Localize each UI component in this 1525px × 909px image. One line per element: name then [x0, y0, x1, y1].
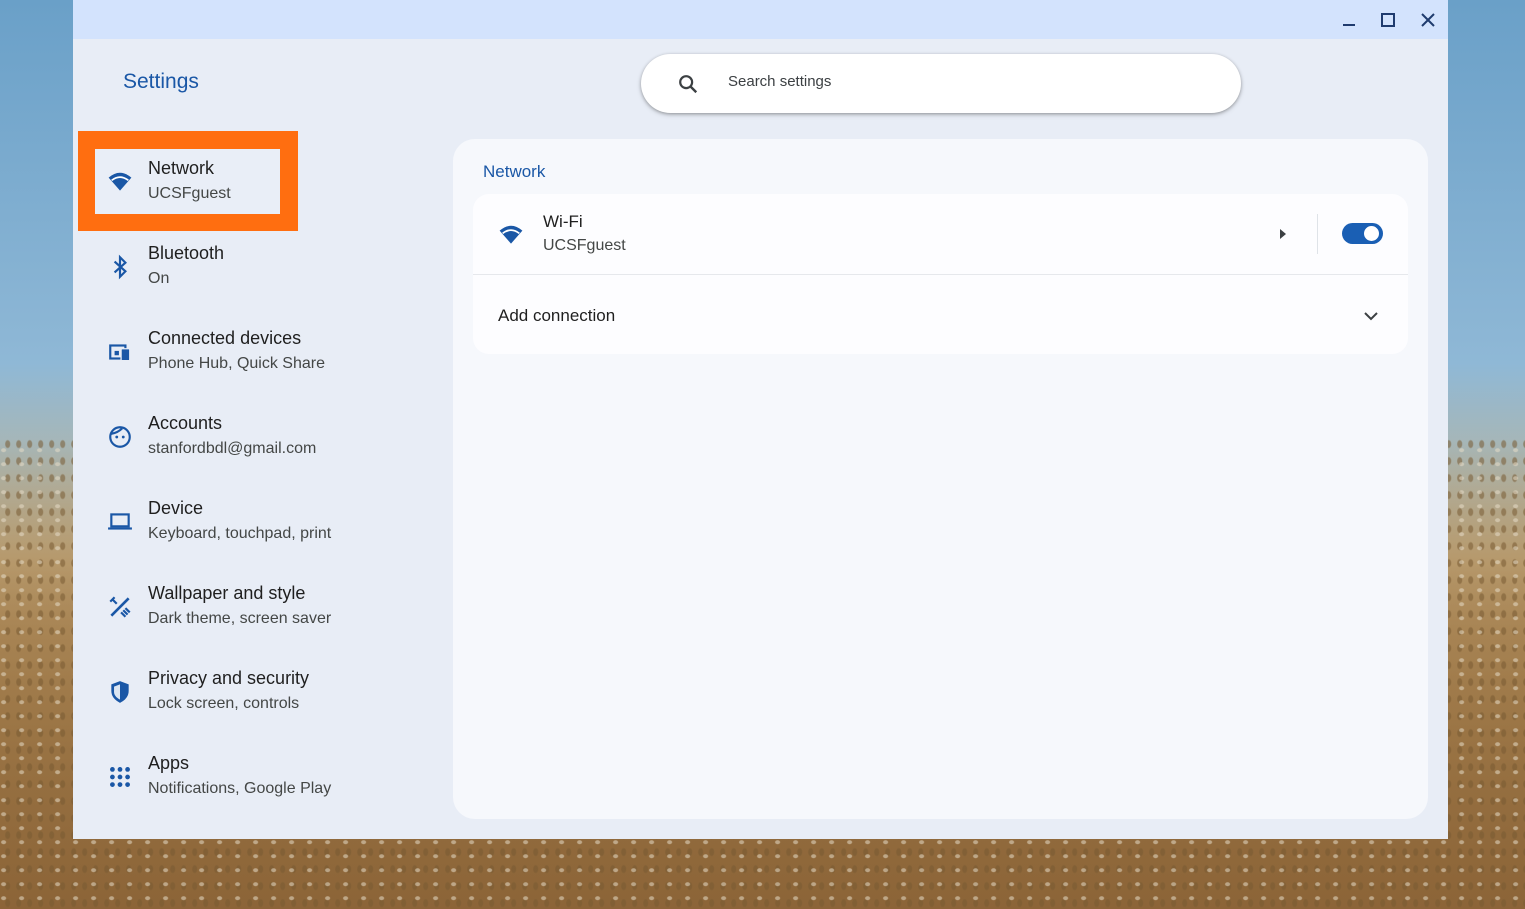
wifi-toggle[interactable] [1342, 223, 1383, 244]
shield-icon [111, 681, 129, 703]
maximize-icon [1381, 13, 1395, 27]
sidebar-item-title: Connected devices [148, 328, 302, 348]
bluetooth-icon [113, 254, 127, 280]
network-page: Network Wi-Fi UCSFguest Add connection [453, 139, 1428, 819]
sidebar-item-subtitle: UCSFguest [148, 185, 231, 202]
title-bar [73, 0, 1448, 39]
laptop-icon [108, 513, 132, 530]
chevron-down-icon[interactable] [1361, 306, 1381, 326]
sidebar-item-bluetooth[interactable]: Bluetooth On [95, 231, 325, 301]
sidebar-item-subtitle: Lock screen, controls [148, 695, 300, 712]
search-box[interactable]: Search settings [641, 54, 1241, 113]
wifi-icon [499, 225, 523, 244]
sidebar-item-subtitle: On [148, 270, 170, 287]
wifi-details-arrow-icon[interactable] [1273, 224, 1293, 244]
app-title: Settings [123, 70, 199, 93]
palette-pencil-icon [109, 596, 131, 618]
network-card: Wi-Fi UCSFguest Add connection [473, 194, 1408, 354]
sidebar-item-subtitle: Keyboard, touchpad, print [148, 525, 332, 542]
sidebar-item-subtitle: stanfordbdl@gmail.com [148, 440, 317, 457]
sidebar-item-apps[interactable]: Apps Notifications, Google Play [95, 741, 331, 811]
sidebar-item-accounts[interactable]: Accounts stanfordbdl@gmail.com [95, 401, 325, 471]
sidebar-item-privacy[interactable]: Privacy and security Lock screen, contro… [95, 656, 325, 726]
wifi-icon [108, 172, 132, 191]
sidebar-item-title: Accounts [148, 413, 223, 433]
account-face-icon [109, 426, 131, 448]
section-title: Network [483, 162, 546, 181]
maximize-button[interactable] [1374, 6, 1402, 34]
apps-grid-icon [110, 767, 130, 787]
sidebar-item-subtitle: Dark theme, screen saver [148, 610, 332, 627]
connected-devices-icon [109, 344, 131, 362]
sidebar-item-title: Apps [148, 753, 190, 773]
close-button[interactable] [1414, 6, 1442, 34]
divider [1317, 214, 1318, 254]
sidebar-item-connected-devices[interactable]: Connected devices Phone Hub, Quick Share [95, 316, 325, 386]
wifi-network-name: UCSFguest [543, 237, 626, 254]
wifi-title: Wi-Fi [543, 212, 583, 231]
settings-window: Settings Search settings Network UCSFgue… [73, 0, 1448, 839]
sidebar-item-device[interactable]: Device Keyboard, touchpad, print [95, 486, 331, 556]
sidebar-item-title: Network [148, 158, 215, 178]
sidebar-item-title: Device [148, 498, 204, 518]
sidebar-item-network[interactable]: Network UCSFguest [95, 146, 325, 216]
minimize-button[interactable] [1335, 6, 1363, 34]
close-icon [1421, 13, 1435, 27]
sidebar-item-subtitle: Phone Hub, Quick Share [148, 355, 325, 372]
search-placeholder: Search settings [728, 73, 832, 90]
sidebar-item-title: Bluetooth [148, 243, 225, 263]
sidebar-item-title: Privacy and security [148, 668, 310, 688]
sidebar-item-wallpaper[interactable]: Wallpaper and style Dark theme, screen s… [95, 571, 331, 641]
sidebar-item-title: Wallpaper and style [148, 583, 306, 603]
toggle-knob [1364, 226, 1379, 241]
sidebar-item-subtitle: Notifications, Google Play [148, 780, 332, 797]
divider [473, 274, 1408, 275]
search-icon [679, 75, 698, 94]
add-connection-label[interactable]: Add connection [498, 306, 615, 326]
minimize-icon [1343, 24, 1355, 26]
